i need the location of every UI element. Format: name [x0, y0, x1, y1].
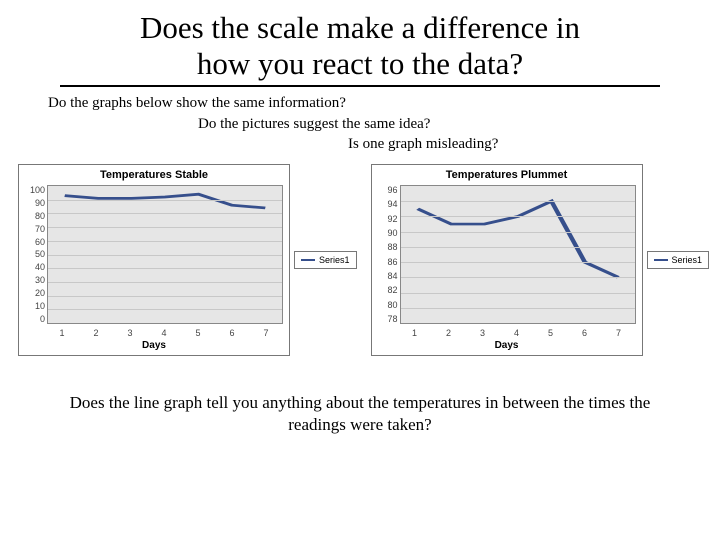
bottom-question: Does the line graph tell you anything ab… [0, 356, 720, 436]
question-block: Do the graphs below show the same inform… [0, 93, 720, 154]
legend-label: Series1 [672, 255, 703, 265]
chart-left: Temperatures Stable 10090807060504030201… [18, 164, 290, 356]
chart-left-xlabel: Days [19, 338, 289, 355]
chart-right-title: Temperatures Plummet [372, 165, 642, 183]
chart-right-wrap: Temperatures Plummet 9694929088868482807… [371, 164, 710, 356]
chart-left-wrap: Temperatures Stable 10090807060504030201… [18, 164, 357, 356]
chart-left-yaxis: 1009080706050403020100 [19, 183, 47, 326]
legend-swatch-icon [301, 259, 315, 261]
legend-label: Series1 [319, 255, 350, 265]
chart-left-plot [47, 185, 283, 324]
page-title: Does the scale make a difference in how … [60, 0, 660, 87]
legend-swatch-icon [654, 259, 668, 261]
chart-left-xaxis: 1234567 [19, 326, 289, 338]
question-1: Do the graphs below show the same inform… [48, 93, 672, 113]
chart-right-xaxis: 1234567 [372, 326, 642, 338]
chart-right-xlabel: Days [372, 338, 642, 355]
chart-right-plot [400, 185, 636, 324]
chart-right-legend: Series1 [647, 251, 710, 269]
chart-left-legend: Series1 [294, 251, 357, 269]
question-3: Is one graph misleading? [348, 134, 672, 154]
question-2: Do the pictures suggest the same idea? [198, 114, 672, 134]
chart-left-title: Temperatures Stable [19, 165, 289, 183]
charts-row: Temperatures Stable 10090807060504030201… [0, 154, 720, 356]
chart-right-yaxis: 96949290888684828078 [372, 183, 400, 326]
chart-right: Temperatures Plummet 9694929088868482807… [371, 164, 643, 356]
